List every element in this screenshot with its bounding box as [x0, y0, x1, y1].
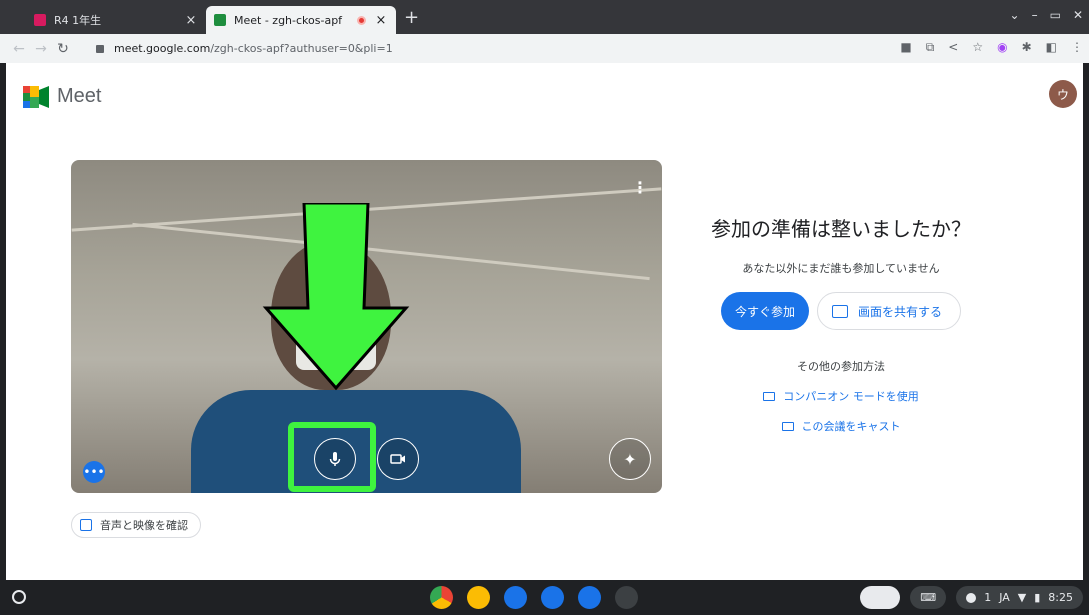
share-icon[interactable]: < — [948, 40, 958, 55]
more-actions-button[interactable]: ••• — [83, 461, 105, 483]
forward-icon[interactable]: → — [30, 41, 52, 57]
wifi-icon: ▼ — [1017, 591, 1027, 604]
visual-effects-button[interactable]: ✦ — [609, 438, 651, 480]
join-subtitle: あなた以外にまだ誰も参加していません — [742, 262, 940, 275]
extensions-puzzle-icon[interactable]: ✱ — [1022, 40, 1032, 55]
recording-icon — [357, 15, 366, 25]
holding-space-icon[interactable] — [860, 586, 901, 609]
tab-search-icon[interactable]: ⌄ — [1010, 8, 1020, 22]
classroom-favicon-icon — [34, 14, 46, 26]
cast-label: この会議をキャスト — [801, 420, 901, 433]
close-icon[interactable]: × — [184, 13, 198, 28]
meet-logo[interactable]: Meet — [23, 85, 101, 108]
classroom-icon[interactable] — [467, 586, 490, 609]
translate-icon[interactable]: ⧉ — [926, 40, 935, 55]
camera-in-use-icon[interactable]: ■ — [900, 40, 911, 55]
menu-icon[interactable]: ⋮ — [1071, 40, 1083, 55]
url-path: /zgh-ckos-apf?authuser=0&pli=1 — [210, 42, 393, 55]
side-panel-icon[interactable]: ◧ — [1046, 40, 1057, 55]
mic-highlight-annotation — [288, 422, 376, 492]
url-host: meet.google.com — [114, 42, 211, 55]
files-icon[interactable] — [578, 586, 601, 609]
tab-strip: R4 1年生 × Meet - zgh-ckos-apf × + ⌄ – ▭ ✕ — [0, 0, 1089, 34]
other-ways-heading: その他の参加方法 — [797, 360, 885, 373]
camera-button[interactable] — [377, 438, 419, 480]
window-controls: ⌄ – ▭ ✕ — [1010, 8, 1083, 22]
companion-mode-label: コンパニオン モードを使用 — [783, 390, 919, 403]
lock-icon — [96, 44, 104, 53]
back-icon[interactable]: ← — [8, 41, 30, 57]
shelf-apps — [430, 586, 638, 609]
cast-link[interactable]: この会議をキャスト — [686, 418, 996, 434]
app-name: Meet — [57, 85, 102, 107]
status-tray: ⌨ 1 JA ▼ ▮ 8:25 — [860, 586, 1083, 609]
sparkle-icon: ✦ — [623, 449, 637, 469]
page-viewport: Meet ウ ⋮ ••• ✦ 音声と映像を確認 参加の準備は整いましたか？ あな… — [6, 63, 1083, 580]
omnibox-bar: ← → ↻ meet.google.com/zgh-ckos-apf?authu… — [0, 34, 1089, 63]
minimize-icon[interactable]: – — [1032, 8, 1038, 22]
status-area[interactable]: 1 JA ▼ ▮ 8:25 — [956, 586, 1083, 609]
shelf: ⌨ 1 JA ▼ ▮ 8:25 — [0, 580, 1089, 615]
tab-meet[interactable]: Meet - zgh-ckos-apf × — [206, 6, 396, 34]
companion-mode-link[interactable]: コンパニオン モードを使用 — [686, 388, 996, 404]
ime-label: JA — [999, 591, 1010, 604]
keep-icon[interactable] — [504, 586, 527, 609]
launcher-icon[interactable] — [12, 590, 26, 604]
clock: 8:25 — [1048, 591, 1073, 604]
close-icon[interactable]: × — [374, 13, 388, 28]
close-window-icon[interactable]: ✕ — [1073, 8, 1083, 22]
user-icon[interactable] — [615, 586, 638, 609]
tab-r4[interactable]: R4 1年生 × — [26, 6, 206, 34]
address-bar[interactable]: meet.google.com/zgh-ckos-apf?authuser=0&… — [90, 37, 880, 60]
present-button[interactable]: 画面を共有する — [817, 292, 962, 330]
check-audio-video-label: 音声と映像を確認 — [100, 519, 188, 532]
present-screen-icon — [832, 304, 848, 318]
camera-icon[interactable] — [541, 586, 564, 609]
join-panel: 参加の準備は整いましたか？ あなた以外にまだ誰も参加していません 今すぐ参加 画… — [686, 213, 996, 434]
notification-icon — [966, 592, 977, 603]
companion-mode-icon — [763, 391, 776, 401]
more-options-icon[interactable]: ⋮ — [632, 178, 648, 197]
virtual-keyboard-icon[interactable]: ⌨ — [910, 586, 947, 609]
join-buttons: 今すぐ参加 画面を共有する — [686, 292, 996, 330]
cast-icon — [781, 421, 794, 431]
camera-icon — [390, 454, 405, 464]
tab-title: Meet - zgh-ckos-apf — [234, 13, 343, 27]
toolbar-icons: ■ ⧉ < ☆ ◉ ✱ ◧ ⋮ — [900, 40, 1083, 55]
join-now-button[interactable]: 今すぐ参加 — [720, 292, 809, 330]
bookmark-star-icon[interactable]: ☆ — [972, 40, 983, 55]
chrome-icon[interactable] — [430, 586, 453, 609]
restore-icon[interactable]: ▭ — [1050, 8, 1061, 22]
notification-count: 1 — [984, 591, 992, 604]
new-tab-button[interactable]: + — [404, 7, 419, 28]
meet-logo-icon — [23, 85, 49, 108]
battery-icon: ▮ — [1034, 591, 1041, 604]
arrow-down-annotation-icon — [262, 203, 410, 391]
reload-icon[interactable]: ↻ — [52, 41, 74, 57]
join-title: 参加の準備は整いましたか？ — [711, 217, 971, 241]
check-audio-video-button[interactable]: 音声と映像を確認 — [71, 512, 201, 538]
tab-title: R4 1年生 — [54, 14, 102, 27]
meet-favicon-icon — [214, 14, 226, 26]
present-label: 画面を共有する — [858, 304, 943, 319]
clipboard-check-icon — [80, 519, 92, 531]
avatar[interactable]: ウ — [1049, 80, 1077, 108]
extension-icon[interactable]: ◉ — [997, 40, 1007, 55]
